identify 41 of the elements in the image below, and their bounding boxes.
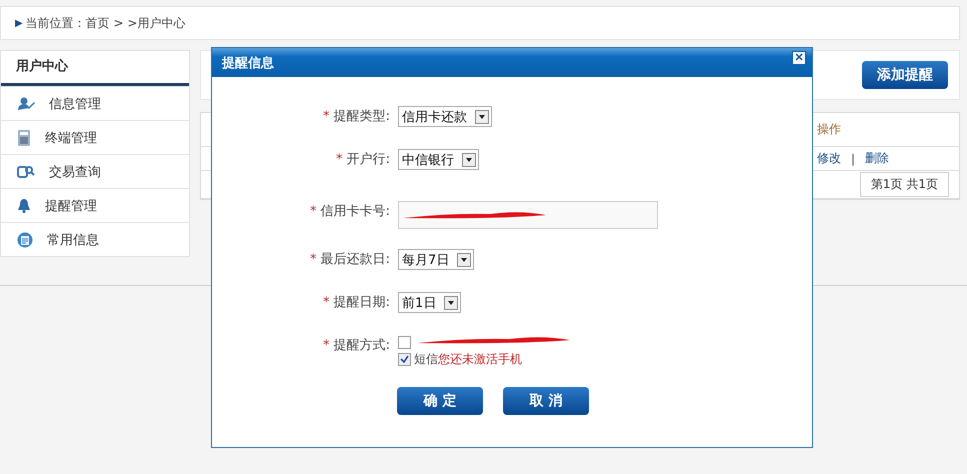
dropdown[interactable]: 中信银行	[398, 149, 479, 170]
field-label: * 信用卡卡号:	[308, 203, 391, 221]
dialog-title: 提醒信息	[222, 54, 274, 72]
option-label: 短信您还未激活手机	[414, 350, 522, 368]
caret-icon	[475, 110, 489, 124]
dropdown[interactable]: 信用卡还款	[398, 106, 492, 127]
edit-link[interactable]: 修改	[817, 150, 841, 167]
sidebar-item[interactable]: 提醒管理	[1, 188, 189, 222]
breadcrumb-text: 当前位置：首页 > >用户中心	[26, 14, 186, 32]
dropdown[interactable]: 每月7日	[398, 249, 474, 270]
field-label: * 最后还款日:	[308, 251, 391, 269]
pager: 第1页 共1页	[860, 172, 949, 197]
bell-icon	[17, 198, 31, 213]
caret-icon	[444, 296, 458, 310]
sidebar-title: 用户中心	[1, 51, 189, 86]
field-label: * 提醒类型:	[322, 108, 391, 126]
calculator-icon	[17, 128, 31, 146]
checkbox[interactable]	[398, 336, 411, 348]
close-button[interactable]: ✕	[792, 50, 806, 64]
sidebar-item[interactable]: 交易查询	[1, 154, 189, 188]
field-label: * 提醒日期:	[322, 294, 391, 312]
sidebar-item[interactable]: 信息管理	[1, 86, 189, 120]
add-reminder-button[interactable]: 添加提醒	[862, 61, 948, 89]
field-label: * 提醒方式:	[322, 337, 391, 355]
cancel-button[interactable]: 取 消	[503, 387, 589, 415]
caret-icon	[457, 252, 472, 266]
link-separator: |	[851, 152, 856, 166]
caret-icon	[462, 152, 476, 166]
sidebar-item[interactable]: 常用信息	[1, 222, 189, 256]
user-icon	[17, 96, 35, 110]
dropdown[interactable]: 前1日	[398, 292, 462, 313]
field-label: * 开户行:	[334, 151, 391, 169]
sidebar-item[interactable]: 终端管理	[1, 120, 189, 154]
triangle-icon: ▶	[15, 18, 23, 28]
column-header: 操作	[817, 121, 841, 138]
document-icon	[17, 232, 33, 248]
checkbox[interactable]	[398, 352, 411, 366]
search-icon	[17, 164, 35, 178]
input-field[interactable]	[398, 201, 658, 229]
confirm-button[interactable]: 确 定	[397, 387, 483, 415]
delete-link[interactable]: 删除	[865, 150, 890, 167]
